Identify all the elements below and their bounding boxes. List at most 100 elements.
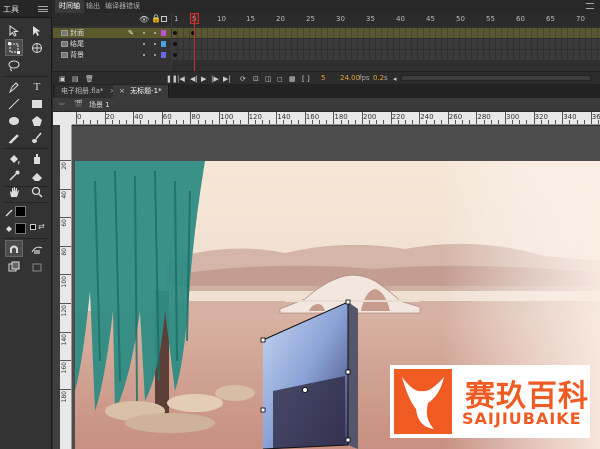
scene-label[interactable]: 场景 1 xyxy=(89,100,110,110)
layer-row[interactable]: 封面 ✎ xyxy=(53,28,171,38)
pencil-tool-icon[interactable] xyxy=(5,129,23,146)
next-frame-icon[interactable]: |▶ xyxy=(211,75,219,83)
layer-name[interactable]: 封面 xyxy=(70,28,84,38)
eyedropper-tool-icon[interactable] xyxy=(5,167,23,184)
layer-outline-color[interactable] xyxy=(161,41,166,47)
lock-dot[interactable] xyxy=(154,32,156,34)
edit-multiple-frames-icon[interactable]: ▦ xyxy=(289,75,296,83)
ruler-label: 100 xyxy=(61,276,68,288)
tab-compiler-errors[interactable]: 编译器错误 xyxy=(101,0,144,13)
pause-icon[interactable]: ❚❚ xyxy=(166,75,178,83)
visibility-dot[interactable] xyxy=(143,32,145,34)
lock-dot[interactable] xyxy=(154,43,156,45)
snap-to-objects-icon[interactable] xyxy=(5,240,23,257)
oval-tool-icon[interactable] xyxy=(5,112,23,129)
layer-name[interactable]: 背景 xyxy=(70,50,84,60)
first-frame-icon[interactable]: |◀ xyxy=(177,75,185,83)
layer-name[interactable]: 结尾 xyxy=(70,39,84,49)
smooth-option-icon[interactable] xyxy=(28,240,46,257)
horizontal-ruler[interactable]: 0 20 40 60 80 100 120 140 160 180 200 220 240 260 280 3… xyxy=(72,112,600,125)
fps-value[interactable]: 24.00 xyxy=(340,74,360,82)
ruler-tick xyxy=(412,120,414,124)
default-colors-icon[interactable] xyxy=(30,224,36,230)
ruler-tick xyxy=(226,120,228,124)
layer-row[interactable]: 结尾 xyxy=(53,39,171,49)
ruler-tick xyxy=(562,112,564,124)
timeline-scrollbar[interactable] xyxy=(401,75,591,81)
pen-tool-icon[interactable] xyxy=(5,78,23,95)
play-icon[interactable]: ▶ xyxy=(201,75,206,83)
keyframe-dot[interactable] xyxy=(173,53,177,57)
lock-all-icon[interactable]: 🔒 xyxy=(151,14,161,23)
onion-skin-icon[interactable]: ◫ xyxy=(265,75,272,83)
delete-layer-icon[interactable]: 🗑 xyxy=(85,75,94,83)
layer-outline-color[interactable] xyxy=(161,30,166,36)
frames-area[interactable]: 1 5 10 15 20 25 30 35 40 45 50 55 60 65 … xyxy=(172,13,600,71)
rotate-skew-option-icon[interactable] xyxy=(28,258,46,275)
tools-panel: 工具 T ⇄ xyxy=(0,0,52,449)
hand-tool-icon[interactable] xyxy=(5,183,23,200)
stroke-color-swatch[interactable] xyxy=(15,206,26,217)
frame-ruler[interactable]: 1 5 10 15 20 25 30 35 40 45 50 55 60 65 … xyxy=(172,13,600,26)
lasso-tool-icon[interactable] xyxy=(5,57,23,74)
ruler-tick xyxy=(362,112,363,124)
layer-row[interactable]: 背景 xyxy=(53,50,171,60)
scroll-left-icon[interactable]: ◂ xyxy=(393,75,397,83)
paint-bucket-tool-icon[interactable] xyxy=(5,150,23,167)
ruler-tick xyxy=(469,120,471,124)
ruler-tick xyxy=(60,331,71,333)
fill-color-swatch[interactable] xyxy=(15,223,26,234)
last-frame-icon[interactable]: ▶| xyxy=(223,75,231,83)
lock-dot[interactable] xyxy=(154,54,156,56)
prev-frame-icon[interactable]: ◀| xyxy=(190,75,198,83)
keyframe-dot[interactable] xyxy=(173,31,177,35)
center-frame-icon[interactable]: ⊡ xyxy=(253,75,259,83)
new-folder-icon[interactable]: ▤ xyxy=(72,75,79,83)
panel-menu-icon[interactable] xyxy=(38,6,48,12)
frame-number: 1 xyxy=(174,15,179,23)
loop-icon[interactable]: ⟳ xyxy=(240,75,246,83)
ruler-tick xyxy=(60,388,71,390)
time-value[interactable]: 0.2 xyxy=(373,74,384,82)
visibility-dot[interactable] xyxy=(143,54,145,56)
zoom-tool-icon[interactable] xyxy=(28,183,46,200)
straighten-option-icon[interactable] xyxy=(5,258,23,275)
vertical-ruler[interactable]: 20 40 60 80 100 120 140 160 180 xyxy=(60,125,72,449)
document-tab[interactable]: × 无标题-1* xyxy=(113,85,169,98)
eraser-tool-icon[interactable] xyxy=(28,167,46,184)
keyframe-dot[interactable] xyxy=(173,42,177,46)
ruler-tick xyxy=(176,120,178,124)
selection-tool-icon[interactable] xyxy=(5,22,23,39)
free-transform-tool-icon[interactable] xyxy=(5,39,23,56)
ink-bottle-tool-icon[interactable] xyxy=(28,150,46,167)
back-arrow-icon[interactable]: ⇦ xyxy=(59,100,65,108)
modify-markers-icon[interactable]: [ ] xyxy=(302,75,310,83)
ruler-tick xyxy=(60,303,71,304)
timeline-menu-icon[interactable] xyxy=(586,3,594,9)
swap-colors-icon[interactable]: ⇄ xyxy=(38,222,45,231)
current-frame-value[interactable]: 5 xyxy=(321,74,325,82)
frame-row[interactable] xyxy=(172,39,600,49)
outline-all-icon[interactable] xyxy=(161,16,167,22)
tab-timeline[interactable]: 时间轴 xyxy=(55,0,84,13)
ruler-label: 180 xyxy=(61,390,68,403)
show-hide-all-icon[interactable]: 👁 xyxy=(139,15,149,24)
line-tool-icon[interactable] xyxy=(5,95,23,112)
frame-row[interactable] xyxy=(172,28,600,38)
playhead[interactable] xyxy=(190,13,199,71)
text-tool-icon[interactable]: T xyxy=(28,78,46,95)
rectangle-tool-icon[interactable] xyxy=(28,95,46,112)
frame-row[interactable] xyxy=(172,50,600,60)
polystar-tool-icon[interactable] xyxy=(28,112,46,129)
visibility-dot[interactable] xyxy=(143,43,145,45)
close-icon[interactable]: × xyxy=(119,87,125,95)
ruler-tick xyxy=(590,112,592,124)
onion-outline-icon[interactable]: ◻ xyxy=(277,75,283,83)
ruler-tick xyxy=(304,112,306,124)
subselection-tool-icon[interactable] xyxy=(28,22,46,39)
3d-rotation-tool-icon[interactable] xyxy=(28,39,46,56)
new-layer-icon[interactable]: ▣ xyxy=(59,75,66,83)
ruler-tick xyxy=(490,120,492,124)
layer-outline-color[interactable] xyxy=(161,52,166,58)
brush-tool-icon[interactable] xyxy=(28,129,46,146)
